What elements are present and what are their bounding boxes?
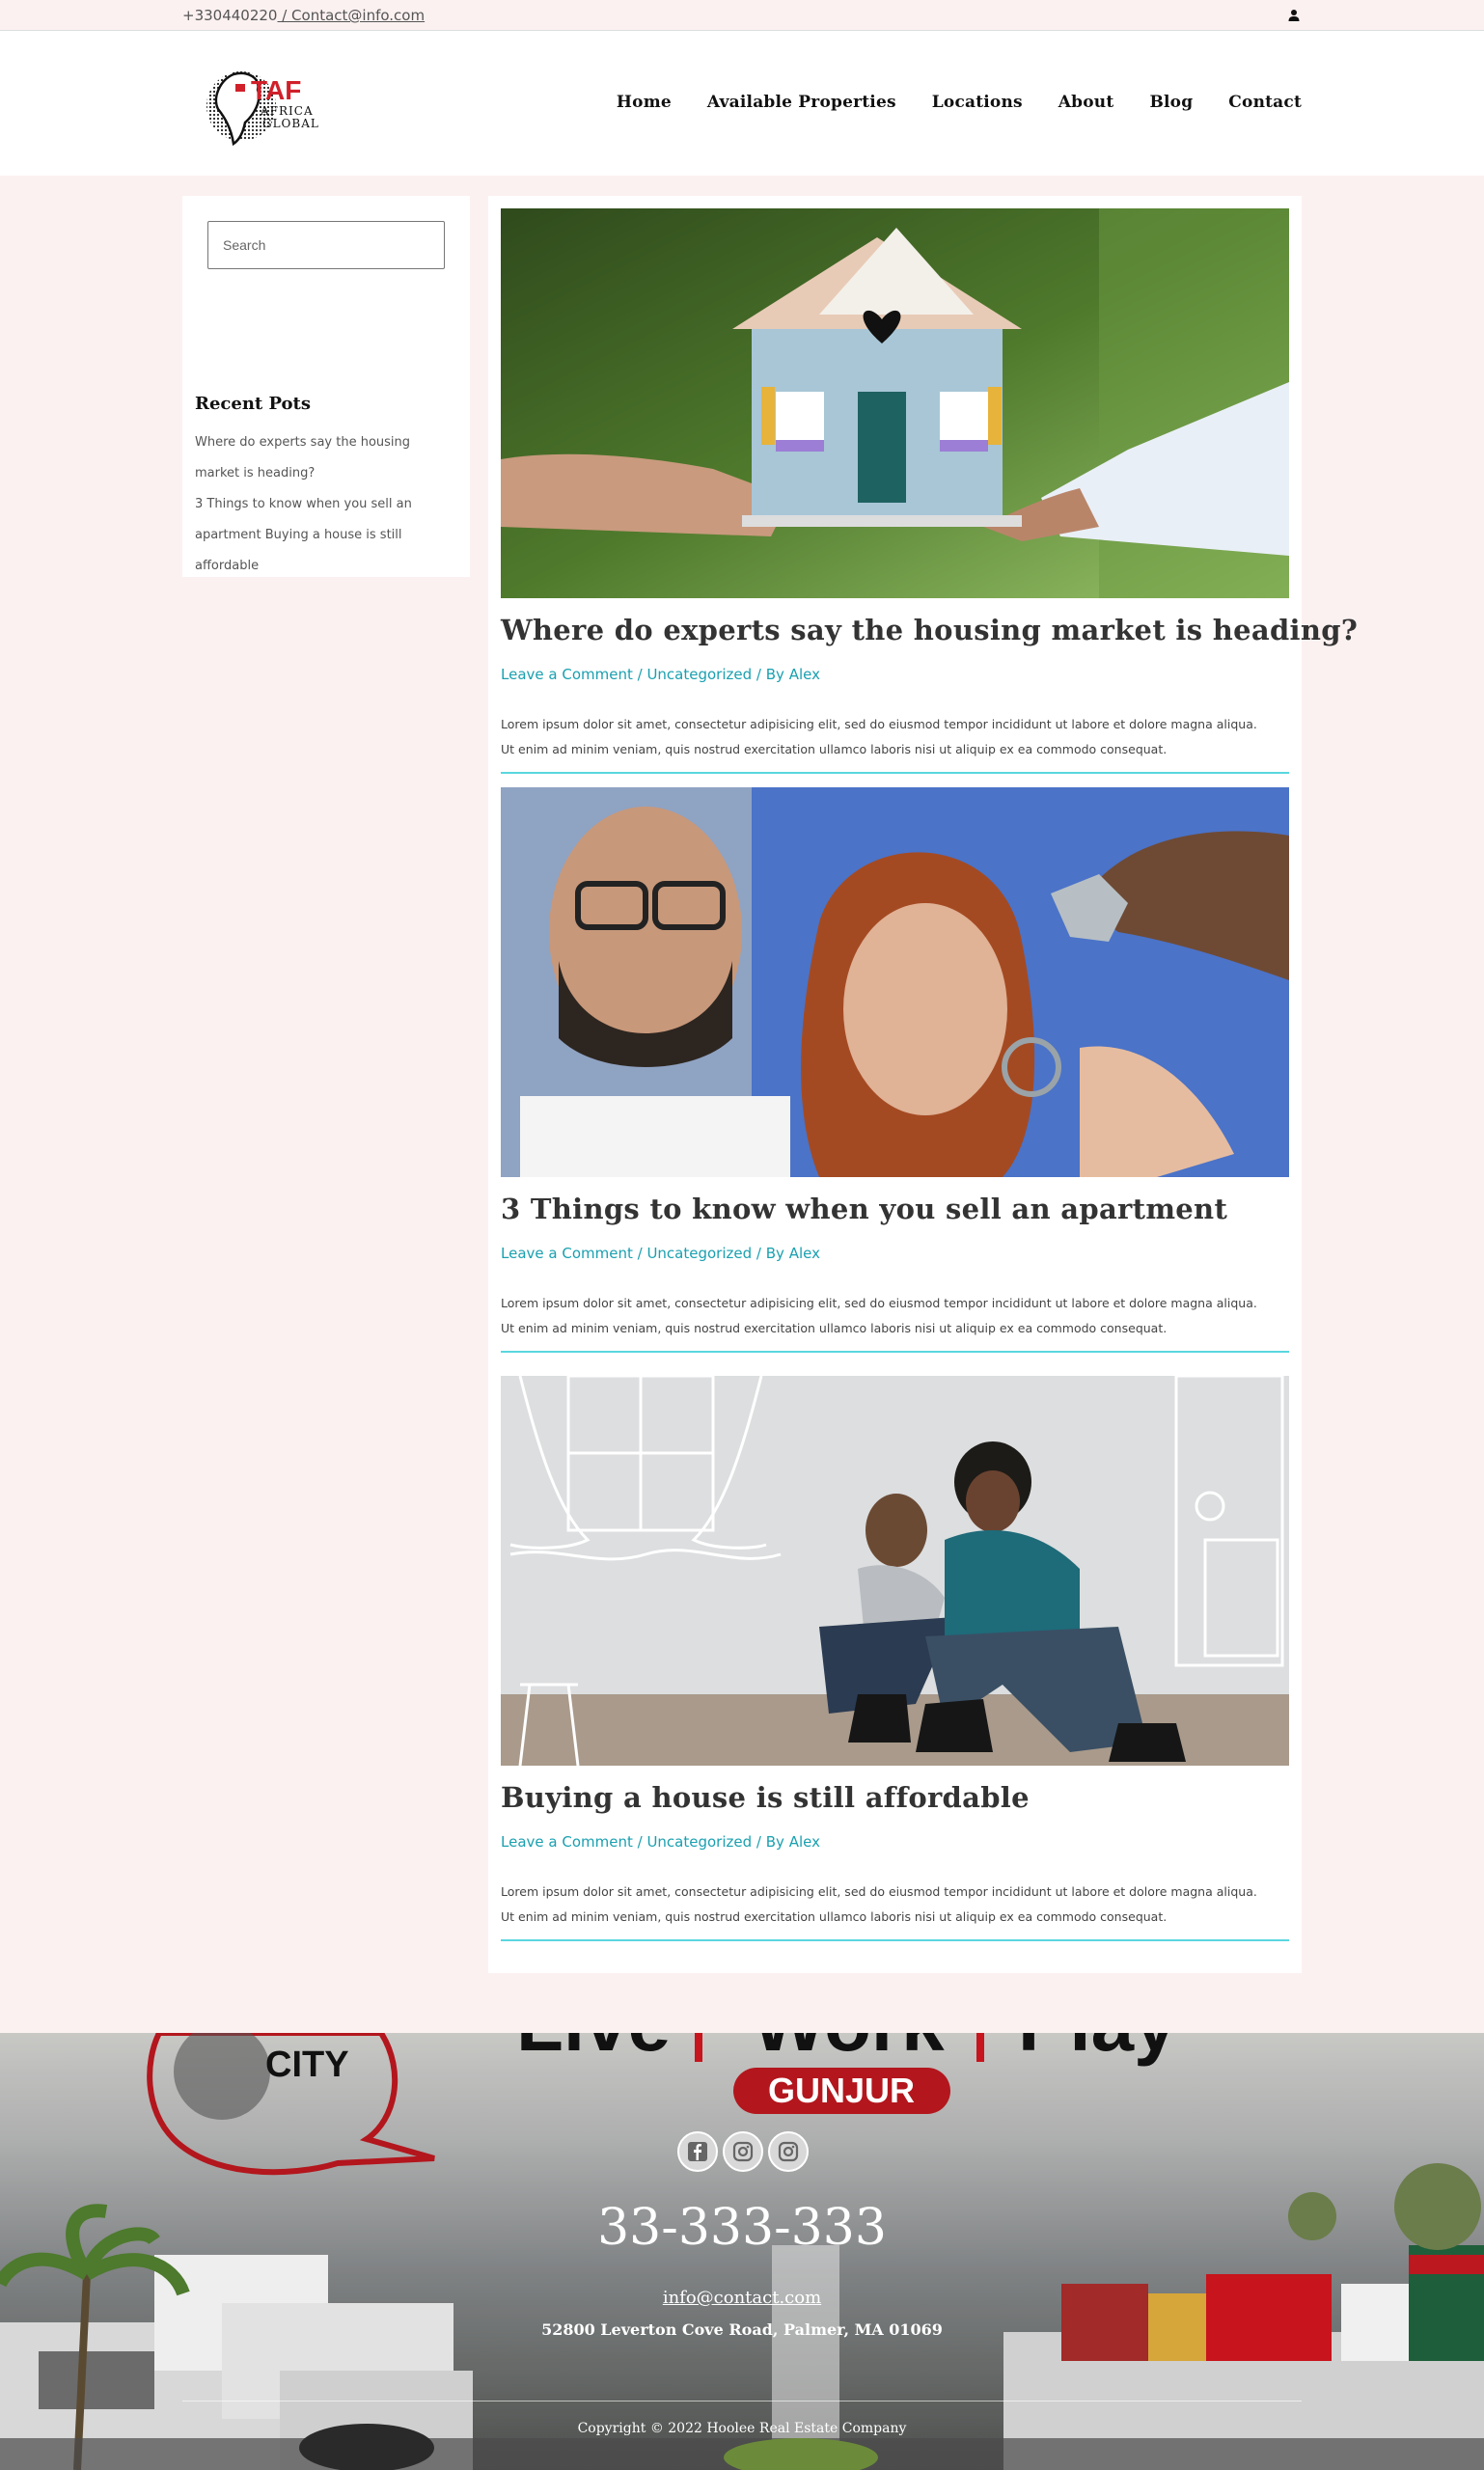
- post-title[interactable]: Buying a house is still affordable: [501, 1781, 1030, 1814]
- recent-post-link[interactable]: market is heading?: [195, 458, 446, 489]
- sidebar: Recent Pots Where do experts say the hou…: [182, 196, 470, 577]
- author-link[interactable]: Alex: [789, 666, 820, 683]
- svg-text:Work: Work: [753, 2033, 945, 2067]
- excerpt-line: Ut enim ad minim veniam, quis nostrud ex…: [501, 1321, 1168, 1335]
- leave-comment-link[interactable]: Leave a Comment: [501, 1245, 633, 1262]
- svg-text:AFRICA: AFRICA: [260, 104, 314, 118]
- leave-comment-link[interactable]: Leave a Comment: [501, 1833, 633, 1851]
- post-image-couple[interactable]: [501, 1376, 1289, 1766]
- nav-about[interactable]: About: [1058, 93, 1114, 112]
- post-meta: Leave a Comment / Uncategorized / By Ale…: [501, 1833, 820, 1851]
- excerpt-line: Lorem ipsum dolor sit amet, consectetur …: [501, 717, 1257, 731]
- svg-text:Live: Live: [516, 2033, 671, 2067]
- blog-main: Where do experts say the housing market …: [488, 196, 1358, 1973]
- author-prefix: By: [765, 1833, 784, 1851]
- site-logo[interactable]: TAF AFRICA GLOBAL: [205, 63, 325, 150]
- excerpt-line: Ut enim ad minim veniam, quis nostrud ex…: [501, 1909, 1168, 1924]
- post-meta: Leave a Comment / Uncategorized / By Ale…: [501, 1245, 820, 1262]
- top-email-link[interactable]: / Contact@info.com: [277, 7, 425, 24]
- recent-post-link[interactable]: affordable: [195, 551, 446, 582]
- excerpt-line: Lorem ipsum dolor sit amet, consectetur …: [501, 1884, 1257, 1899]
- post-meta: Leave a Comment / Uncategorized / By Ale…: [501, 666, 820, 683]
- footer-copyright: Copyright © 2022 Hoolee Real Estate Comp…: [577, 2421, 907, 2436]
- search-input[interactable]: [207, 221, 445, 269]
- recent-post-link[interactable]: apartment Buying a house is still: [195, 520, 446, 551]
- instagram-icon[interactable]: [768, 2131, 809, 2172]
- category-link[interactable]: Uncategorized: [646, 1833, 752, 1851]
- post-divider: [501, 772, 1289, 774]
- recent-posts-list: Where do experts say the housing market …: [195, 427, 446, 582]
- post-image-keys[interactable]: [501, 787, 1289, 1177]
- site-header: TAF AFRICA GLOBAL Home Available Propert…: [0, 31, 1484, 176]
- post-title[interactable]: Where do experts say the housing market …: [501, 614, 1358, 646]
- top-contact: +330440220 / Contact@info.com: [182, 7, 425, 24]
- author-link[interactable]: Alex: [789, 1245, 820, 1262]
- svg-text:TAF: TAF: [251, 75, 301, 105]
- svg-text:GUNJUR: GUNJUR: [768, 2071, 915, 2110]
- top-phone: +330440220: [182, 7, 278, 24]
- instagram-icon[interactable]: [723, 2131, 763, 2172]
- post-excerpt: Lorem ipsum dolor sit amet, consectetur …: [501, 712, 1289, 762]
- excerpt-line: Ut enim ad minim veniam, quis nostrud ex…: [501, 742, 1168, 756]
- nav-available-properties[interactable]: Available Properties: [707, 93, 896, 112]
- footer-address: 52800 Leverton Cove Road, Palmer, MA 010…: [541, 2320, 943, 2339]
- post-excerpt: Lorem ipsum dolor sit amet, consectetur …: [501, 1291, 1289, 1341]
- recent-post-link[interactable]: 3 Things to know when you sell an: [195, 489, 446, 520]
- category-link[interactable]: Uncategorized: [646, 666, 752, 683]
- svg-text:CITY: CITY: [265, 2045, 349, 2085]
- nav-locations[interactable]: Locations: [932, 93, 1023, 112]
- site-footer: CITY Live Work Play GUNJUR: [0, 2033, 1484, 2470]
- author-link[interactable]: Alex: [789, 1833, 820, 1851]
- top-bar: +330440220 / Contact@info.com: [0, 0, 1484, 31]
- nav-blog[interactable]: Blog: [1149, 93, 1193, 112]
- post-title[interactable]: 3 Things to know when you sell an apartm…: [501, 1193, 1227, 1225]
- excerpt-line: Lorem ipsum dolor sit amet, consectetur …: [501, 1296, 1257, 1310]
- nav-home[interactable]: Home: [617, 93, 672, 112]
- main-nav: Home Available Properties Locations Abou…: [617, 93, 1302, 112]
- svg-text:GLOBAL: GLOBAL: [262, 117, 319, 130]
- leave-comment-link[interactable]: Leave a Comment: [501, 666, 633, 683]
- author-prefix: By: [765, 666, 784, 683]
- facebook-icon[interactable]: [677, 2131, 718, 2172]
- nav-contact[interactable]: Contact: [1228, 93, 1302, 112]
- post-excerpt: Lorem ipsum dolor sit amet, consectetur …: [501, 1880, 1289, 1930]
- footer-phone[interactable]: 33-333-333: [0, 2199, 1484, 2257]
- social-links: [677, 2131, 809, 2172]
- recent-post-link[interactable]: Where do experts say the housing: [195, 427, 446, 458]
- post-image-house[interactable]: [501, 208, 1289, 598]
- post-divider: [501, 1351, 1289, 1353]
- author-prefix: By: [765, 1245, 784, 1262]
- category-link[interactable]: Uncategorized: [646, 1245, 752, 1262]
- post-divider: [501, 1939, 1289, 1941]
- recent-posts-title: Recent Pots: [195, 394, 311, 414]
- footer-email[interactable]: info@contact.com: [0, 2288, 1484, 2308]
- svg-text:Play: Play: [1018, 2033, 1177, 2067]
- user-icon[interactable]: [1286, 8, 1302, 23]
